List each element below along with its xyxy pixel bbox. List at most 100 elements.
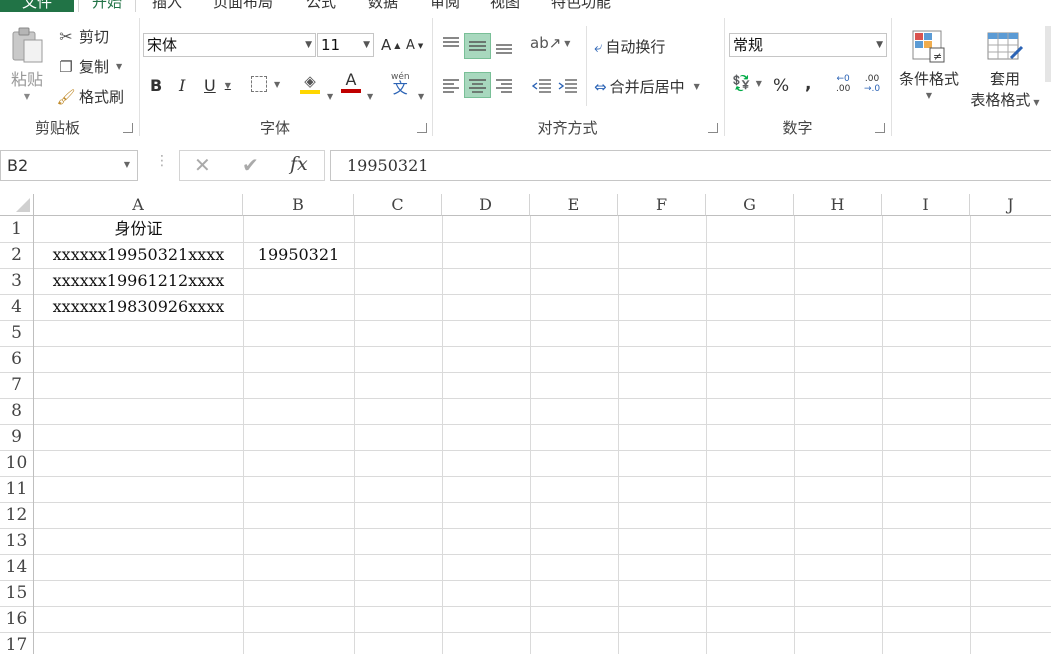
column-header-j[interactable]: J: [970, 194, 1051, 216]
borders-button[interactable]: ▼: [251, 76, 280, 92]
cut-button[interactable]: ✂ 剪切: [56, 26, 109, 47]
font-size-value: 11: [321, 36, 341, 54]
chevron-down-icon[interactable]: ▼: [418, 92, 424, 101]
worksheet-grid[interactable]: A B C D E F G H I J 1 2 3 4 5 6 7 8 9 10…: [0, 194, 1051, 654]
row-header-5[interactable]: 5: [0, 320, 34, 346]
accounting-format-button[interactable]: 💱 ▼: [732, 74, 762, 92]
tab-page-layout[interactable]: 页面布局: [213, 0, 273, 12]
row-header-8[interactable]: 8: [0, 398, 34, 424]
tab-special-features[interactable]: 特色功能: [551, 0, 611, 12]
wrap-text-button[interactable]: ⤶ 自动换行: [594, 36, 665, 57]
tab-formulas[interactable]: 公式: [306, 0, 336, 12]
chevron-down-icon[interactable]: ▼: [367, 92, 373, 101]
align-right-button[interactable]: [492, 73, 516, 97]
tab-file[interactable]: 文件: [0, 0, 74, 12]
group-divider: [139, 18, 140, 136]
tab-review[interactable]: 审阅: [430, 0, 460, 12]
row-header-15[interactable]: 15: [0, 580, 34, 606]
row-header-3[interactable]: 3: [0, 268, 34, 294]
column-header-g[interactable]: G: [706, 194, 794, 216]
alignment-launcher-icon[interactable]: [708, 123, 718, 133]
font-name-combo[interactable]: 宋体 ▼: [143, 33, 316, 57]
merge-center-button[interactable]: ⇔ 合并后居中 ▼: [594, 76, 700, 97]
increase-indent-button[interactable]: [556, 73, 580, 97]
row-header-13[interactable]: 13: [0, 528, 34, 554]
align-middle-button[interactable]: [464, 33, 491, 59]
column-header-b[interactable]: B: [243, 194, 354, 216]
number-group-label: 数字: [782, 119, 813, 137]
cell-a1[interactable]: 身份证: [34, 216, 243, 242]
column-header-f[interactable]: F: [618, 194, 706, 216]
row-header-4[interactable]: 4: [0, 294, 34, 320]
row-header-16[interactable]: 16: [0, 606, 34, 632]
format-as-table-button[interactable]: 套用 表格格式 ▼: [965, 28, 1045, 110]
conditional-format-button[interactable]: ≠ 条件格式 ▼: [896, 28, 962, 100]
cancel-icon[interactable]: ✕: [194, 153, 211, 177]
comma-button[interactable]: ,: [805, 74, 811, 94]
chevron-down-icon: ▼: [755, 78, 762, 88]
column-header-h[interactable]: H: [794, 194, 882, 216]
cell-a4[interactable]: xxxxxx19830926xxxx: [34, 294, 243, 320]
chevron-down-icon: ▼: [363, 40, 370, 50]
column-header-e[interactable]: E: [530, 194, 618, 216]
cell-b2[interactable]: 19950321: [243, 242, 354, 268]
increase-decimal-button[interactable]: ←0 .00: [836, 74, 850, 94]
cell-a3[interactable]: xxxxxx19961212xxxx: [34, 268, 243, 294]
align-center-button[interactable]: [464, 72, 491, 98]
name-box[interactable]: B2 ▼: [0, 150, 138, 181]
column-header-a[interactable]: A: [34, 194, 243, 216]
orientation-button[interactable]: ab↗ ▼: [530, 34, 570, 52]
shrink-font-button[interactable]: A ▼: [406, 38, 423, 53]
phonetic-button[interactable]: wén 文: [391, 72, 410, 96]
row-header-12[interactable]: 12: [0, 502, 34, 528]
underline-button[interactable]: U ▼: [204, 76, 231, 95]
decrease-indent-button[interactable]: [530, 73, 554, 97]
chevron-down-icon[interactable]: ▼: [327, 92, 333, 101]
cell-a2[interactable]: xxxxxx19950321xxxx: [34, 242, 243, 268]
align-left-button[interactable]: [439, 73, 463, 97]
align-top-button[interactable]: [439, 33, 463, 57]
row-header-11[interactable]: 11: [0, 476, 34, 502]
chevron-down-icon: ▼: [224, 81, 231, 90]
underline-label: U: [204, 76, 216, 95]
clipboard-launcher-icon[interactable]: [123, 123, 133, 133]
percent-button[interactable]: %: [773, 76, 789, 96]
formula-input[interactable]: 19950321: [330, 150, 1051, 181]
number-format-value: 常规: [733, 36, 764, 54]
column-header-i[interactable]: I: [882, 194, 970, 216]
number-launcher-icon[interactable]: [875, 123, 885, 133]
fill-color-button[interactable]: ◈: [300, 72, 320, 94]
italic-button[interactable]: I: [179, 76, 185, 95]
row-header-6[interactable]: 6: [0, 346, 34, 372]
row-header-9[interactable]: 9: [0, 424, 34, 450]
paste-button[interactable]: 粘贴 ▼: [8, 26, 46, 101]
bold-button[interactable]: B: [150, 76, 162, 95]
enter-icon[interactable]: ✔: [242, 153, 259, 177]
align-bottom-button[interactable]: [492, 33, 516, 57]
row-header-7[interactable]: 7: [0, 372, 34, 398]
tab-insert[interactable]: 插入: [152, 0, 182, 12]
row-header-2[interactable]: 2: [0, 242, 34, 268]
number-format-combo[interactable]: 常规 ▼: [729, 33, 887, 57]
select-all-corner[interactable]: [0, 194, 34, 216]
insert-function-icon[interactable]: fx: [290, 153, 308, 175]
font-launcher-icon[interactable]: [417, 123, 427, 133]
format-painter-button[interactable]: 🖌 格式刷: [56, 86, 124, 107]
tab-home[interactable]: 开始: [78, 0, 136, 12]
row-header-10[interactable]: 10: [0, 450, 34, 476]
font-color-button[interactable]: A: [341, 70, 361, 93]
row-header-14[interactable]: 14: [0, 554, 34, 580]
copy-icon: ❐: [59, 57, 73, 76]
grow-font-button[interactable]: A ▲: [381, 36, 400, 54]
merge-icon: ⇔: [594, 77, 607, 96]
row-header-1[interactable]: 1: [0, 216, 34, 242]
tab-data[interactable]: 数据: [368, 0, 398, 12]
row-header-17[interactable]: 17: [0, 632, 34, 654]
decrease-decimal-button[interactable]: .00 →.0: [864, 74, 880, 94]
column-header-c[interactable]: C: [354, 194, 442, 216]
font-size-combo[interactable]: 11 ▼: [317, 33, 374, 57]
copy-button[interactable]: ❐ 复制 ▼: [56, 56, 122, 77]
column-header-d[interactable]: D: [442, 194, 530, 216]
tab-view[interactable]: 视图: [490, 0, 520, 12]
increase-decimal-bottom: .00: [836, 84, 851, 94]
